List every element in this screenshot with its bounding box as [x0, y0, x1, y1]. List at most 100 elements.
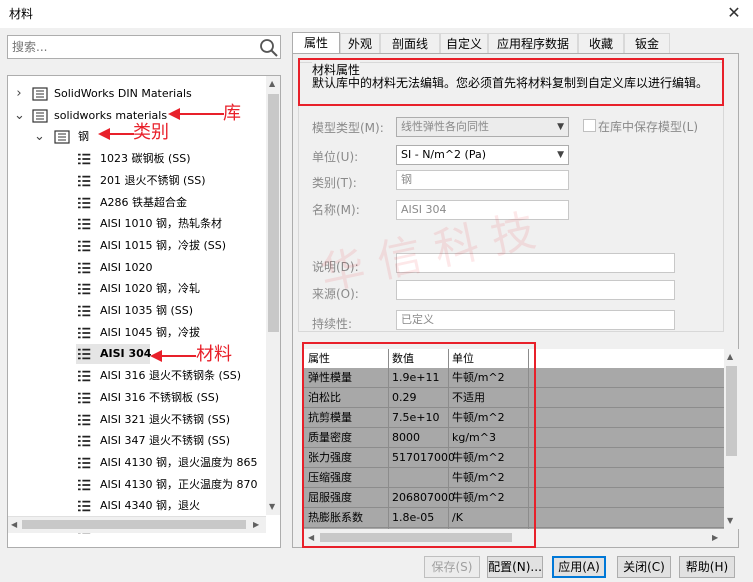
- scroll-right-icon[interactable]: ▶: [253, 520, 259, 529]
- tree-item-material[interactable]: AISI 1045 钢，冷拔: [8, 323, 266, 343]
- tree-item-material[interactable]: 201 退火不锈钢 (SS): [8, 171, 266, 191]
- units-select[interactable]: SI - N/m^2 (Pa) ▼: [396, 145, 569, 165]
- apply-button[interactable]: 应用(A): [552, 556, 606, 578]
- tree-item-library[interactable]: › SolidWorks DIN Materials: [8, 84, 266, 104]
- material-list-icon: [78, 327, 91, 338]
- chevron-down-icon[interactable]: ▼: [557, 146, 564, 164]
- chevron-down-icon: ▼: [557, 122, 564, 132]
- help-button[interactable]: 帮助(H): [679, 556, 735, 578]
- tab-sheet-metal[interactable]: 钣金: [624, 33, 670, 53]
- library-icon: [32, 109, 48, 123]
- material-list-icon: [78, 175, 91, 187]
- annotation-library: 库: [223, 103, 241, 124]
- tree-item-material[interactable]: AISI 304: [76, 344, 151, 365]
- chevron-down-icon[interactable]: ⌄: [14, 106, 25, 126]
- tree-item-material[interactable]: AISI 1015 钢，冷拔 (SS): [8, 236, 266, 256]
- material-list-icon: [78, 305, 91, 317]
- tree-item-material[interactable]: AISI 1020: [8, 258, 266, 278]
- edit-restriction-message: 默认库中的材料无法编辑。您必须首先将材料复制到自定义库以进行编辑。: [312, 76, 709, 90]
- material-list-icon: [78, 153, 91, 165]
- annotation-category: 类别: [133, 122, 169, 143]
- tree-item-material[interactable]: AISI 4130 钢，正火温度为 870: [8, 475, 266, 495]
- scroll-down-icon[interactable]: ▼: [727, 516, 733, 525]
- material-list-icon: [78, 349, 91, 360]
- tree-item-label: AISI 4130 钢，退火温度为 865: [100, 455, 258, 469]
- material-list-icon: [78, 284, 91, 295]
- material-list-icon: [78, 392, 91, 404]
- search-icon[interactable]: [259, 38, 279, 58]
- tree-item-label: AISI 316 不锈钢板 (SS): [100, 390, 220, 404]
- tree-horizontal-scroll-thumb[interactable]: [22, 520, 246, 529]
- tree-item-material[interactable]: AISI 4340 钢，退火: [8, 496, 266, 516]
- table-vertical-scroll-thumb[interactable]: [726, 366, 737, 456]
- tree-item-material[interactable]: A286 铁基超合金: [8, 193, 266, 213]
- tree-item-material[interactable]: AISI 316 不锈钢板 (SS): [8, 388, 266, 408]
- tree-item-material[interactable]: AISI 1035 钢 (SS): [8, 301, 266, 321]
- material-list-icon: [78, 435, 91, 447]
- tree-item-label: A286 铁基超合金: [100, 195, 188, 209]
- chevron-right-icon[interactable]: ›: [14, 84, 24, 104]
- scroll-right-icon[interactable]: ▶: [712, 533, 718, 542]
- tree-item-label: AISI 1045 钢，冷拔: [100, 325, 200, 339]
- sustainability-field: 已定义: [396, 310, 675, 330]
- tree-item-label: AISI 1035 钢 (SS): [100, 304, 194, 317]
- config-button[interactable]: 配置(N)...: [487, 556, 543, 578]
- tree-item-material[interactable]: AISI 347 退火不锈钢 (SS): [8, 431, 266, 451]
- scroll-up-icon[interactable]: ▲: [269, 79, 275, 88]
- material-list-icon: [78, 501, 91, 512]
- annotation-material: 材料: [196, 344, 232, 365]
- tree-vertical-scroll-thumb[interactable]: [268, 94, 279, 332]
- arrow-library-icon: [168, 108, 224, 120]
- material-list-icon: [78, 240, 91, 252]
- tree-item-material[interactable]: AISI 321 退火不锈钢 (SS): [8, 410, 266, 430]
- tree-item-label: 1023 碳钢板 (SS): [100, 152, 191, 166]
- tree-item-label: AISI 321 退火不锈钢 (SS): [100, 412, 231, 426]
- material-tree[interactable]: › SolidWorks DIN Materials ⌄ solidworks mat…: [7, 75, 281, 548]
- chevron-down-icon[interactable]: ⌄: [34, 127, 45, 147]
- tree-item-label: AISI 1020 钢，冷轧: [100, 282, 200, 296]
- tree-item-label: 钢: [78, 130, 89, 144]
- tree-item-material[interactable]: AISI 1010 钢，热轧条材: [8, 214, 266, 234]
- tab-appearance[interactable]: 外观: [340, 33, 380, 53]
- tree-item-label: SolidWorks DIN Materials: [54, 87, 192, 100]
- title-bar: 材料 ✕: [0, 0, 753, 28]
- search-input[interactable]: [8, 36, 252, 58]
- arrow-material-icon: [150, 350, 196, 362]
- tree-item-label: AISI 4340 钢，退火: [100, 499, 200, 513]
- tab-application-data[interactable]: 应用程序数据: [488, 33, 578, 53]
- category-label: 类别(T):: [312, 176, 357, 190]
- units-label: 单位(U):: [312, 150, 359, 164]
- tab-properties[interactable]: 属性: [292, 32, 340, 54]
- tree-item-label: AISI 1020: [100, 260, 153, 274]
- material-list-icon: [78, 479, 91, 490]
- sustainability-label: 持续性:: [312, 317, 353, 331]
- scroll-down-icon[interactable]: ▼: [269, 502, 275, 511]
- save-in-library-checkbox: [583, 119, 596, 132]
- model-type-label: 模型类型(M):: [312, 121, 384, 135]
- units-value: SI - N/m^2 (Pa): [401, 148, 487, 161]
- material-list-icon: [78, 457, 91, 469]
- tab-custom[interactable]: 自定义: [440, 33, 488, 53]
- material-list-icon: [78, 262, 91, 273]
- search-box[interactable]: [7, 35, 281, 59]
- model-type-select: 线性弹性各向同性 ▼: [396, 117, 569, 137]
- tree-item-material[interactable]: AISI 316 退火不锈钢条 (SS): [8, 366, 266, 386]
- tree-item-label: AISI 347 退火不锈钢 (SS): [100, 434, 231, 448]
- model-type-value: 线性弹性各向同性: [401, 120, 489, 133]
- save-button[interactable]: 保存(S): [424, 556, 480, 578]
- window-title: 材料: [9, 7, 34, 21]
- tab-favorites[interactable]: 收藏: [578, 33, 624, 53]
- arrow-category-icon: [98, 128, 134, 140]
- tree-item-label: AISI 1010 钢，热轧条材: [100, 217, 222, 231]
- tree-item-material[interactable]: AISI 1020 钢，冷轧: [8, 279, 266, 299]
- close-icon[interactable]: ✕: [722, 2, 746, 24]
- tree-item-material[interactable]: AISI 4130 钢，退火温度为 865: [8, 453, 266, 473]
- tree-item-material[interactable]: 1023 碳钢板 (SS): [8, 149, 266, 169]
- tab-crosshatch[interactable]: 剖面线: [380, 33, 440, 53]
- category-field: 钢: [396, 170, 569, 190]
- scroll-up-icon[interactable]: ▲: [727, 352, 733, 361]
- tree-item-label: AISI 1015 钢，冷拔 (SS): [100, 238, 227, 252]
- source-field: [396, 280, 675, 300]
- close-button[interactable]: 关闭(C): [617, 556, 671, 578]
- scroll-left-icon[interactable]: ◀: [11, 520, 17, 529]
